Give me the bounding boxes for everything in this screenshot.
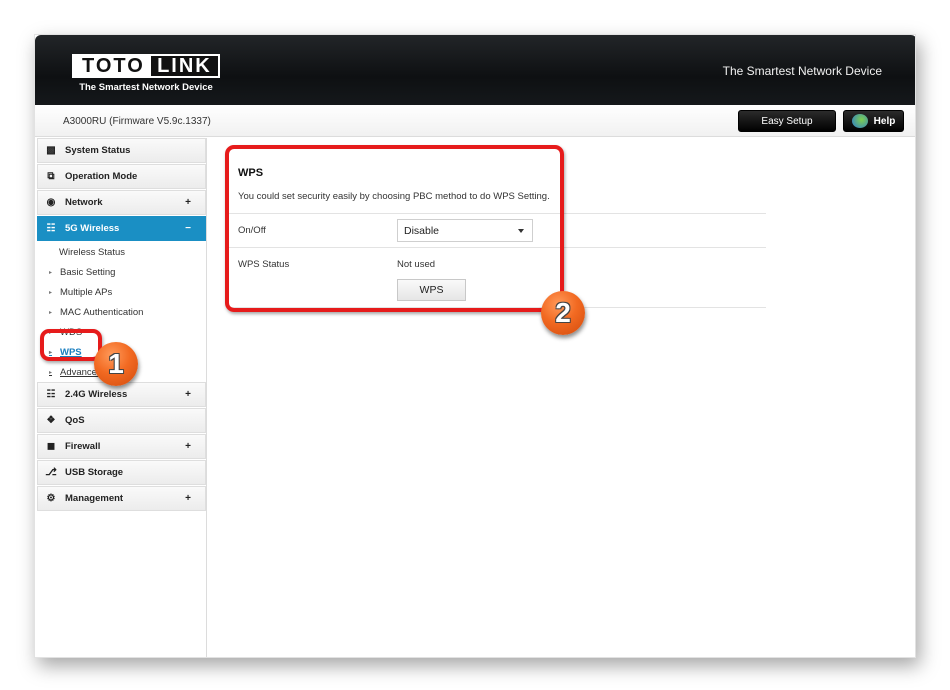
sidebar-item-label: Network [65, 197, 103, 208]
submenu-label: WPS [60, 346, 82, 358]
sidebar-item-qos[interactable]: ❖ QoS [37, 408, 206, 433]
wps-onoff-select[interactable]: Disable [397, 219, 533, 242]
expand-icon: + [185, 493, 191, 504]
chevron-down-icon [518, 229, 524, 233]
wifi-icon: ☷ [46, 389, 56, 400]
qos-icon: ❖ [46, 415, 56, 426]
submenu-advanced[interactable]: ▸ Advanced [37, 362, 206, 382]
divider [229, 247, 766, 248]
header-banner: TOTO LINK The Smartest Network Device Th… [35, 35, 915, 105]
submenu-wireless-status[interactable]: Wireless Status [37, 242, 206, 262]
expand-icon: + [185, 441, 191, 452]
submenu-label: Advanced [60, 366, 103, 378]
sub-toolbar: A3000RU (Firmware V5.9c.1337) Easy Setup… [35, 105, 915, 137]
sidebar-item-label: Firewall [65, 441, 101, 452]
sidebar-item-2g-wireless[interactable]: ☷ 2.4G Wireless + [37, 382, 206, 407]
page-description: You could set security easily by choosin… [238, 191, 550, 202]
sidebar-item-5g-wireless[interactable]: ☷ 5G Wireless − [37, 216, 206, 241]
sidebar-item-label: 2.4G Wireless [65, 389, 128, 400]
sidebar-item-label: System Status [65, 145, 131, 156]
page-title: WPS [238, 167, 264, 179]
model-firmware-label: A3000RU (Firmware V5.9c.1337) [63, 116, 211, 127]
expand-icon: + [185, 389, 191, 400]
submenu-label: Basic Setting [60, 266, 116, 278]
sidebar-item-label: QoS [65, 415, 85, 426]
easy-setup-button[interactable]: Easy Setup [738, 110, 836, 132]
header-slogan: The Smartest Network Device [722, 64, 882, 78]
submenu-basic-setting[interactable]: ▸ Basic Setting [37, 262, 206, 282]
divider [229, 213, 766, 214]
sidebar-item-label: 5G Wireless [65, 223, 120, 234]
divider [229, 307, 766, 308]
wps-button[interactable]: WPS [397, 279, 466, 301]
sidebar-item-system-status[interactable]: ▩ System Status [37, 138, 206, 163]
expand-icon: + [185, 197, 191, 208]
sidebar-item-label: Management [65, 493, 124, 504]
collapse-icon: − [185, 223, 191, 234]
wps-status-label: WPS Status [238, 259, 290, 270]
sidebar-item-label: USB Storage [65, 467, 124, 478]
logo-tagline: The Smartest Network Device [79, 82, 213, 93]
onoff-label: On/Off [238, 225, 266, 236]
usb-icon: ⎇ [45, 467, 57, 478]
submenu-mac-authentication[interactable]: ▸ MAC Authentication [37, 302, 206, 322]
help-globe-icon [851, 114, 868, 128]
sidebar-item-firewall[interactable]: ◼ Firewall + [37, 434, 206, 459]
help-button[interactable]: Help [843, 110, 904, 132]
submenu-wds[interactable]: ▸ WDS [37, 322, 206, 342]
totolink-logo: TOTO LINK The Smartest Network Device [72, 54, 220, 93]
bullet-icon: ▸ [49, 329, 53, 336]
sidebar-item-usb-storage[interactable]: ⎇ USB Storage [37, 460, 206, 485]
bullet-icon: ▸ [49, 309, 53, 316]
lock-icon: ◼ [46, 441, 56, 452]
wifi-icon: ☷ [46, 223, 56, 234]
bullet-icon: ▸ [49, 289, 53, 296]
logo-text-toto: TOTO [74, 56, 151, 76]
bullet-icon: ▸ [49, 349, 53, 356]
submenu-label: WDS [60, 326, 83, 338]
submenu-label: Multiple APs [60, 286, 113, 298]
logo-text-link: LINK [150, 56, 218, 76]
submenu-label: MAC Authentication [60, 306, 144, 318]
bullet-icon: ▸ [49, 269, 53, 276]
sidebar-menu: ▩ System Status ⧉ Operation Mode ◉ Netwo… [37, 138, 207, 657]
sidebar-item-management[interactable]: ⚙ Management + [37, 486, 206, 511]
wps-onoff-value: Disable [404, 224, 440, 237]
gear-icon: ⚙ [46, 493, 56, 504]
sidebar-item-label: Operation Mode [65, 171, 138, 182]
bullet-icon: ▸ [49, 369, 53, 376]
submenu-multiple-aps[interactable]: ▸ Multiple APs [37, 282, 206, 302]
windows-icon: ⧉ [47, 171, 55, 182]
logo-box: TOTO LINK [72, 54, 220, 78]
help-label: Help [873, 115, 896, 127]
globe-icon: ◉ [46, 197, 56, 208]
wps-status-value: Not used [397, 259, 436, 270]
sidebar-item-network[interactable]: ◉ Network + [37, 190, 206, 215]
submenu-wps[interactable]: ▸ WPS [37, 342, 206, 362]
chat-icon: ▩ [46, 145, 56, 156]
router-admin-window: TOTO LINK The Smartest Network Device Th… [34, 34, 916, 658]
sidebar-item-operation-mode[interactable]: ⧉ Operation Mode [37, 164, 206, 189]
